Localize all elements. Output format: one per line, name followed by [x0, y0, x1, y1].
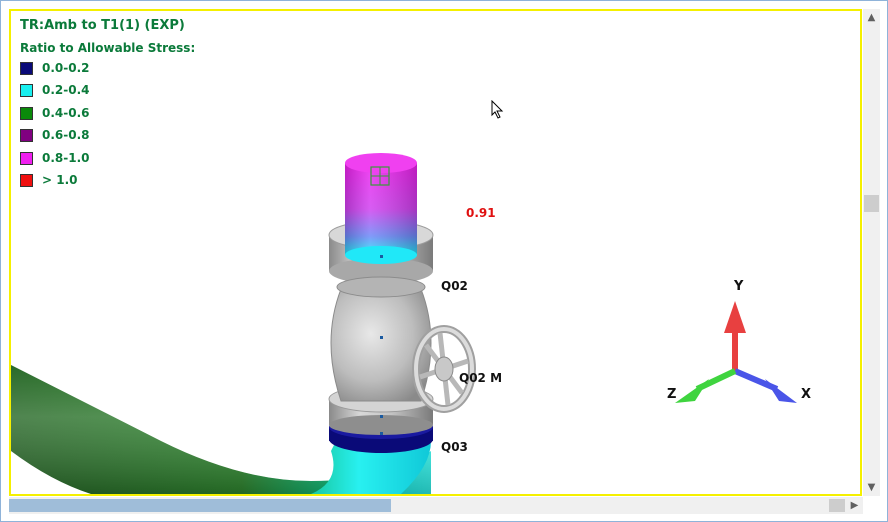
legend-label: 0.6-0.8 — [42, 128, 90, 142]
scroll-right-icon[interactable]: ▶ — [846, 497, 863, 514]
legend-swatch — [20, 128, 33, 142]
axis-label-x: X — [801, 387, 812, 402]
axis-label-z: Z — [667, 387, 677, 402]
legend-label: 0.4-0.6 — [42, 106, 90, 120]
load-case-title: TR:Amb to T1(1) (EXP) — [20, 18, 185, 33]
mouse-cursor-icon — [491, 100, 504, 119]
node-label-q03: Q03 — [441, 440, 468, 454]
legend-label: 0.0-0.2 — [42, 61, 90, 75]
max-ratio-label: 0.91 — [466, 206, 496, 220]
horizontal-scroll-thumb[interactable] — [9, 499, 391, 512]
legend-label: 0.8-1.0 — [42, 151, 90, 165]
node-label-q02: Q02 — [441, 279, 468, 293]
axis-label-y: Y — [734, 279, 744, 294]
legend-item: 0.2-0.4 — [20, 82, 90, 98]
legend-item: 0.8-1.0 — [20, 150, 90, 166]
pipe-model-scene — [11, 153, 797, 494]
legend-swatch — [20, 173, 33, 187]
horizontal-scrollbar[interactable]: ▶ — [9, 497, 863, 514]
scroll-up-icon[interactable]: ▲ — [863, 9, 880, 26]
scroll-down-icon[interactable]: ▼ — [863, 479, 880, 496]
legend-swatch — [20, 151, 33, 165]
legend-swatch — [20, 106, 33, 120]
3d-viewport[interactable]: TR:Amb to T1(1) (EXP) Ratio to Allowable… — [9, 9, 862, 496]
vertical-scrollbar[interactable]: ▲ ▼ — [863, 9, 880, 496]
legend-heading: Ratio to Allowable Stress: — [20, 41, 196, 55]
legend-item: 0.0-0.2 — [20, 60, 90, 76]
node-label-q02m: Q02 M — [459, 371, 503, 385]
legend-item: 0.6-0.8 — [20, 127, 90, 143]
legend-swatch — [20, 61, 33, 75]
legend-item: > 1.0 — [20, 172, 78, 188]
legend-swatch — [20, 83, 33, 97]
model-window: TR:Amb to T1(1) (EXP) Ratio to Allowable… — [0, 0, 888, 522]
legend-label: > 1.0 — [42, 173, 78, 187]
legend-label: 0.2-0.4 — [42, 83, 90, 97]
vertical-scroll-thumb[interactable] — [864, 195, 879, 212]
horizontal-scroll-thumb-secondary[interactable] — [829, 499, 845, 512]
legend-item: 0.4-0.6 — [20, 105, 90, 121]
